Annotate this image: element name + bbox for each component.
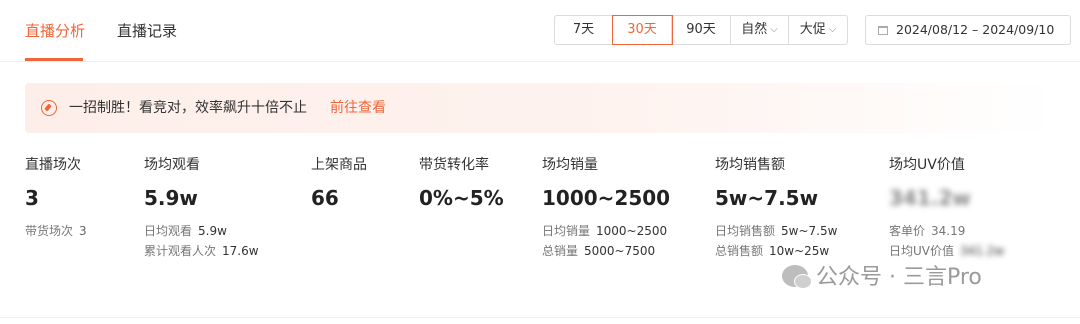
sub-value: 1000~2500 [596,224,668,238]
sub-value: 17.6w [222,244,259,258]
metric-sub: 客单价 34.19 [889,223,1004,239]
sub-label: 日均销量 [542,224,591,238]
date-range-picker[interactable]: 2024/08/12 – 2024/09/10 [865,15,1071,45]
compass-icon [41,100,57,116]
metric-value: 341.2w [889,186,971,210]
banner-text: 一招制胜！看竞对，效率飙升十倍不止 [69,100,307,116]
metric-label: 场均UV价值 [889,157,965,173]
metric-value: 3 [25,186,39,210]
metric-sub: 日均销售额 5w~7.5w [715,223,837,239]
metric-value: 1000~2500 [542,186,671,210]
range-7-days-button[interactable]: 7天 [555,16,613,44]
metric-value: 0%~5% [419,186,504,210]
natural-period-select[interactable]: 自然 ⌵ [731,16,789,44]
metric-avg-uv-value: 场均UV价值 341.2w 客单价 34.19 日均UV价值 341.2w [889,155,1004,259]
sub-label: 累计观看人次 [144,244,217,258]
sub-label: 总销量 [542,244,579,258]
metric-sub: 日均销量 1000~2500 [542,223,670,239]
metric-live-sessions: 直播场次 3 带货场次 3 [25,155,87,239]
metric-value: 5w~7.5w [715,186,819,210]
divider [0,317,1080,318]
top-bar: 直播分析 直播记录 7天 30天 90天 自然 ⌵ 大促 ⌵ 2024/08/12 … [0,0,1080,62]
metric-sub: 累计观看人次 17.6w [144,243,259,259]
calendar-icon [878,26,888,35]
metric-label: 带货转化率 [419,157,489,173]
sub-value: 341.2w [960,244,1005,258]
sub-value: 10w~25w [769,244,830,258]
metric-label: 上架商品 [311,157,367,173]
sub-label: 客单价 [889,224,926,238]
active-tab-indicator [25,58,83,61]
sub-value: 5000~7500 [584,244,656,258]
metric-label: 直播场次 [25,157,81,173]
chevron-down-icon: ⌵ [828,24,837,35]
sub-value: 3 [79,224,87,238]
metric-label: 场均销量 [542,157,598,173]
tab-live-records[interactable]: 直播记录 [117,20,177,42]
sub-label: 日均UV价值 [889,244,954,258]
sub-label: 总销售额 [715,244,764,258]
metric-label: 场均观看 [144,157,200,173]
range-90-days-button[interactable]: 90天 [672,16,731,44]
metric-value: 5.9w [144,186,198,210]
sub-label: 日均销售额 [715,224,776,238]
sub-label: 日均观看 [144,224,193,238]
sub-value: 34.19 [931,224,966,238]
metric-avg-sales-volume: 场均销量 1000~2500 日均销量 1000~2500 总销量 5000~750… [542,155,670,259]
metric-sub: 日均观看 5.9w [144,223,259,239]
watermark-text: 公众号 · 三言Pro [816,265,982,290]
chevron-down-icon: ⌵ [770,24,778,35]
banner-view-link[interactable]: 前往查看 [330,98,386,118]
metric-avg-sales-amount: 场均销售额 5w~7.5w 日均销售额 5w~7.5w 总销售额 10w~25w [715,155,837,259]
sub-value: 5.9w [198,224,227,238]
tab-live-analysis[interactable]: 直播分析 [25,20,85,42]
range-30-days-button[interactable]: 30天 [612,15,673,45]
metric-label: 场均销售额 [715,157,785,173]
metric-avg-views: 场均观看 5.9w 日均观看 5.9w 累计观看人次 17.6w [144,155,259,259]
metric-conversion-rate: 带货转化率 0%~5% [419,155,504,211]
natural-period-label: 自然 [741,22,768,37]
sub-label: 带货场次 [25,224,74,238]
metric-sub: 总销售额 10w~25w [715,243,837,259]
metric-sub: 总销量 5000~7500 [542,243,670,259]
watermark: 公众号 · 三言Pro [782,262,982,294]
sub-value: 5w~7.5w [781,224,838,238]
wechat-icon [782,265,812,289]
promo-banner: 一招制胜！看竞对，效率飙升十倍不止 前往查看 [25,83,1055,133]
metric-value: 66 [311,186,339,210]
promotion-period-select[interactable]: 大促 ⌵ [789,16,847,44]
date-range-text: 2024/08/12 – 2024/09/10 [896,22,1055,37]
metric-sub: 日均UV价值 341.2w [889,243,1004,259]
date-range-button-group: 7天 30天 90天 自然 ⌵ 大促 ⌵ [554,15,848,45]
promotion-period-label: 大促 [799,22,826,37]
metric-sub: 带货场次 3 [25,223,87,239]
metric-listed-products: 上架商品 66 [311,155,367,211]
